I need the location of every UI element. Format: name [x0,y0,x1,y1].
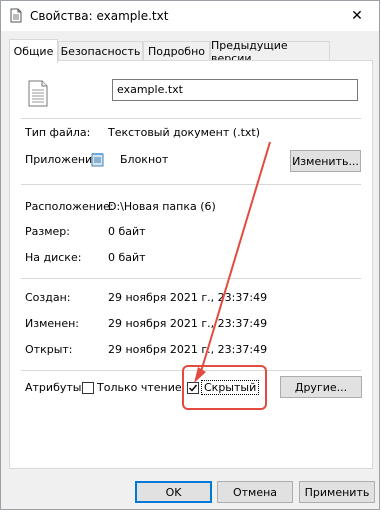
file-type-label: Тип файла: [25,126,91,139]
file-name-input[interactable]: example.txt [112,79,358,101]
close-icon: ✕ [351,8,363,24]
divider [21,184,361,185]
properties-dialog: Свойства: example.txt ✕ Общие Безопаснос… [0,0,380,510]
cancel-button[interactable]: Отмена [217,481,293,503]
ok-button[interactable]: OK [135,481,212,503]
change-app-button[interactable]: Изменить... [290,150,361,172]
created-value: 29 ноября 2021 г., 23:37:49 [108,291,268,304]
modified-value: 29 ноября 2021 г., 23:37:49 [108,317,268,330]
created-label: Создан: [25,291,71,304]
divider [21,118,361,119]
location-label: Расположение: [25,200,114,213]
disk-size-value: 0 байт [108,251,146,264]
text-document-icon [28,80,48,107]
readonly-label[interactable]: Только чтение [97,381,182,394]
other-attributes-button[interactable]: Другие... [280,376,362,398]
window-title: Свойства: example.txt [30,9,169,23]
opened-label: Открыт: [25,343,73,356]
text-file-icon [10,8,22,23]
app-value: Блокнот [120,153,169,166]
apply-button[interactable]: Применить [299,481,375,503]
tab-previous-versions[interactable]: Предыдущие версии [210,39,330,65]
disk-size-label: На диске: [25,251,82,264]
notepad-icon [91,153,104,167]
size-label: Размер: [25,225,70,238]
attributes-label: Атрибуты: [25,381,86,394]
modified-label: Изменен: [25,317,80,330]
highlight-box [182,365,267,410]
size-value: 0 байт [108,225,146,238]
opened-value: 29 ноября 2021 г., 23:37:49 [108,343,268,356]
tab-details[interactable]: Подробно [143,41,210,61]
tab-bar: Общие Безопасность Подробно Предыдущие в… [9,39,373,65]
location-value: D:\Новая папка (6) [108,200,216,213]
tab-general[interactable]: Общие [9,39,58,63]
file-type-value: Текстовый документ (.txt) [108,126,260,139]
close-button[interactable]: ✕ [335,1,379,31]
tab-security[interactable]: Безопасность [58,41,143,61]
readonly-checkbox[interactable] [82,382,94,394]
title-bar[interactable]: Свойства: example.txt ✕ [1,1,379,31]
divider [21,278,361,279]
